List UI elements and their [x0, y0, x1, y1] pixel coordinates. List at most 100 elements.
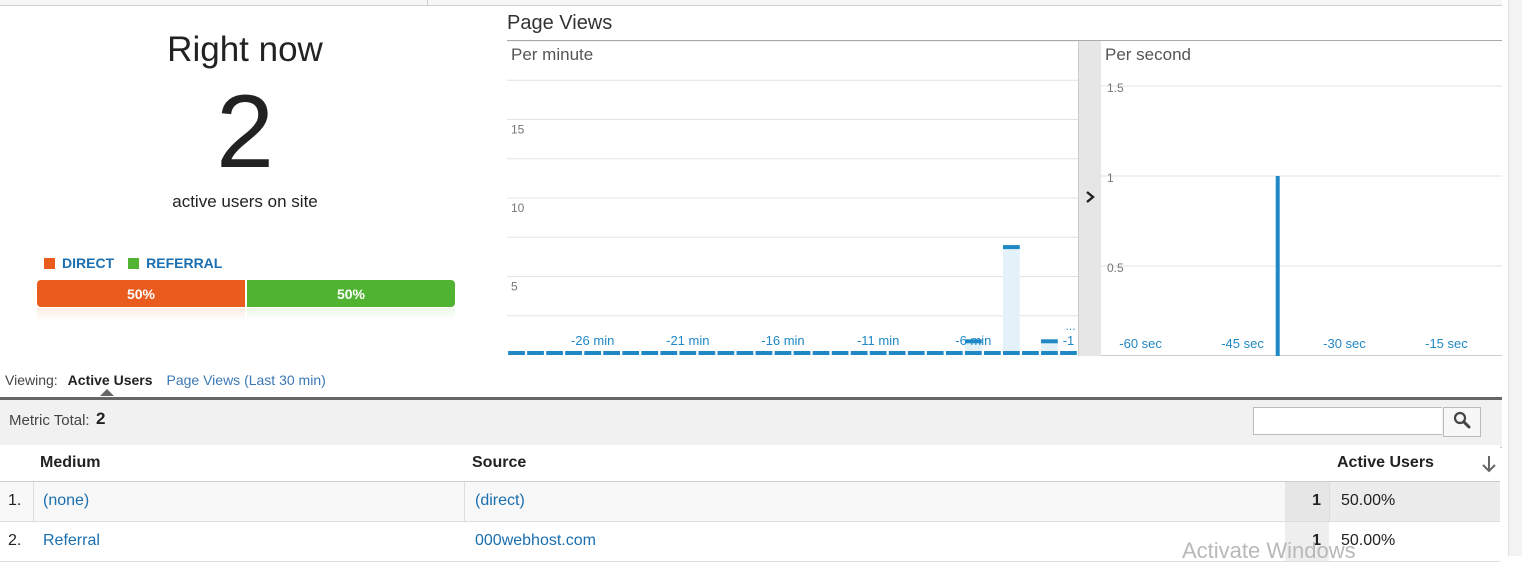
bar-baseline — [983, 351, 1001, 355]
active-users-subtitle: active users on site — [172, 192, 318, 211]
viewing-switcher: Viewing: Active Users Page Views (Last 3… — [5, 372, 326, 388]
bar-baseline — [812, 351, 830, 355]
bar-baseline — [793, 351, 811, 355]
row-medium-link[interactable]: (none) — [43, 492, 89, 510]
column-header-source[interactable]: Source — [472, 454, 526, 472]
active-users-count: 2 — [216, 74, 274, 190]
page-views-title: Page Views — [507, 12, 613, 34]
row-users-percent: 50.00% — [1341, 492, 1396, 509]
column-header-medium[interactable]: Medium — [40, 454, 100, 472]
bar-baseline — [565, 351, 582, 355]
arrow-down-icon[interactable] — [1481, 455, 1497, 478]
table-search-input[interactable] — [1253, 407, 1442, 435]
bar-baseline — [1041, 351, 1058, 355]
split-bar-reflection — [37, 308, 455, 320]
x-tick-label: -16 min — [761, 333, 804, 348]
metric-total-label: Metric Total: — [9, 412, 90, 429]
scrollbar-track[interactable] — [1508, 0, 1522, 556]
bar-baseline — [1022, 351, 1039, 355]
bar-baseline — [1003, 351, 1020, 355]
per-second-label: Per second — [1105, 45, 1191, 64]
x-tick-label: -21 min — [666, 333, 709, 348]
os-watermark: Activate Windows — [1182, 538, 1356, 563]
legend-item-direct[interactable]: DIRECT — [44, 255, 114, 271]
legend-item-referral[interactable]: REFERRAL — [128, 255, 222, 271]
bar-baseline — [736, 351, 754, 355]
bar-baseline — [603, 351, 621, 355]
right-now-title: Right now — [167, 30, 323, 69]
x-tick-label: -45 sec — [1221, 336, 1264, 351]
channel-split-bar: 50% 50% — [37, 280, 455, 307]
search-icon — [1453, 411, 1471, 434]
bar-baseline — [831, 351, 849, 355]
row-users-value: 1 — [1312, 492, 1321, 509]
y-tick-label: 5 — [511, 280, 518, 294]
bar-baseline — [698, 351, 716, 355]
x-tick-label: -6 min — [955, 333, 991, 348]
row-index: 2. — [8, 532, 22, 549]
bar-baseline — [527, 351, 544, 355]
bar-baseline — [926, 351, 944, 355]
x-tick-label: -26 min — [571, 333, 614, 348]
top-strip-separator — [427, 0, 428, 5]
bar-highlight — [1003, 245, 1020, 355]
per-second-chart: 1.5 1 0.5 -60 sec -45 sec -30 sec -15 sec Per… — [1101, 41, 1502, 357]
bar-baseline — [907, 351, 925, 355]
bar-baseline — [774, 351, 792, 355]
y-tick-label: 1 — [1107, 171, 1114, 185]
y-tick-label: 10 — [511, 201, 525, 215]
bar-baseline — [945, 351, 963, 355]
x-tick-label: -60 sec — [1119, 336, 1162, 351]
legend-label-referral: REFERRAL — [146, 255, 223, 271]
x-tick-label: -15 sec — [1425, 336, 1468, 351]
y-tick-label: 1.5 — [1107, 81, 1124, 95]
row-source-link[interactable]: 000webhost.com — [475, 532, 596, 550]
channel-legend: DIRECT REFERRAL — [44, 255, 236, 271]
split-segment-direct[interactable]: 50% — [37, 280, 245, 307]
bar-baseline — [622, 351, 640, 355]
per-minute-chart: 15 10 5 -26 min -21 min -16 min -11 min -6 min… — [507, 41, 1078, 357]
bar-baseline — [508, 351, 525, 355]
bar-baseline — [546, 351, 563, 355]
metric-total-value: 2 — [96, 409, 106, 428]
split-segment-referral[interactable]: 50% — [247, 280, 455, 307]
row-medium-link[interactable]: Referral — [43, 532, 100, 550]
bar — [1275, 176, 1280, 356]
table-row — [0, 482, 1500, 522]
bar-baseline — [964, 351, 982, 355]
chevron-right-icon — [1085, 190, 1095, 208]
active-tab-indicator — [100, 389, 114, 396]
overflow-ellipsis: … — [1065, 321, 1076, 333]
bar-baseline — [641, 351, 659, 355]
x-tick-label: -30 sec — [1323, 336, 1366, 351]
chart-expand-toggle[interactable] — [1078, 41, 1102, 356]
table-header — [0, 445, 1500, 482]
bar-baseline — [584, 351, 602, 355]
tab-page-views[interactable]: Page Views (Last 30 min) — [167, 372, 326, 388]
bar-baseline — [679, 351, 697, 355]
x-tick-label: -1 — [1063, 333, 1075, 348]
search-button[interactable] — [1443, 407, 1481, 437]
legend-label-direct: DIRECT — [62, 255, 115, 271]
bar-baseline — [850, 351, 868, 355]
viewing-label: Viewing: — [5, 372, 58, 388]
row-source-link[interactable]: (direct) — [475, 492, 525, 510]
row-index: 1. — [8, 492, 22, 509]
bar-baseline — [888, 351, 906, 355]
top-strip — [0, 0, 1502, 6]
y-tick-label: 15 — [511, 123, 525, 137]
bar-baseline — [1060, 351, 1077, 355]
bar — [1041, 339, 1058, 344]
bar-baseline — [755, 351, 773, 355]
x-tick-label: -11 min — [857, 333, 899, 348]
bar-baseline — [869, 351, 887, 355]
tab-active-users[interactable]: Active Users — [68, 372, 153, 388]
bar-baseline — [717, 351, 735, 355]
per-minute-label: Per minute — [511, 45, 593, 64]
bar-baseline — [660, 351, 678, 355]
y-tick-label: 0.5 — [1107, 261, 1124, 275]
legend-swatch-direct — [44, 257, 55, 269]
legend-swatch-referral — [128, 257, 140, 269]
column-header-active-users[interactable]: Active Users — [1337, 454, 1434, 472]
bar — [1003, 245, 1020, 250]
